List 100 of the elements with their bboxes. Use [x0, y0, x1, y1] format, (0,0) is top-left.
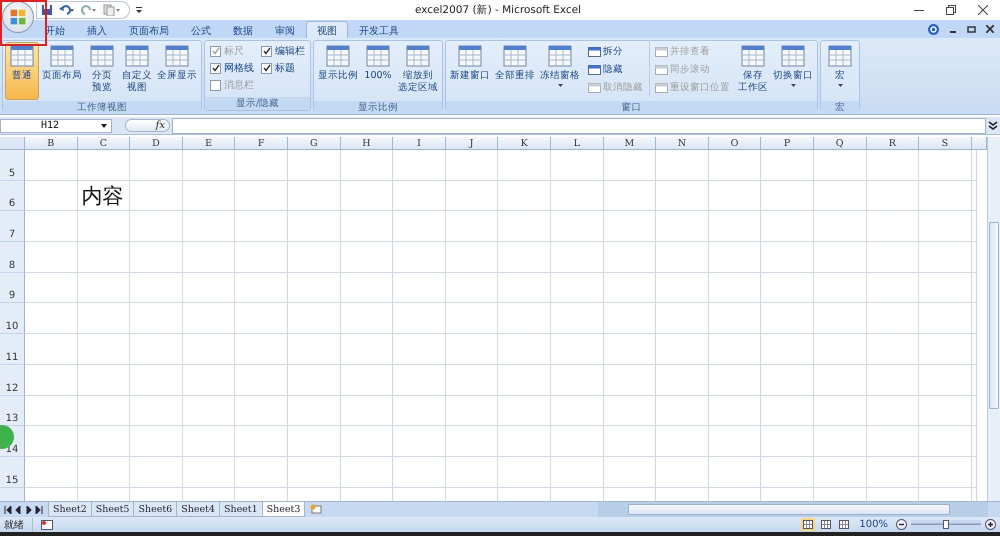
column-header[interactable]: G [288, 137, 341, 150]
ribbon-tab[interactable]: 视图 [306, 21, 348, 38]
ribbon-tab[interactable]: 公式 [180, 21, 222, 38]
sheet-tab[interactable]: Sheet1 [218, 502, 263, 517]
close-icon[interactable] [986, 25, 994, 33]
row-header[interactable]: 8 [0, 242, 25, 273]
restore-icon[interactable] [967, 25, 976, 33]
sheet-tab[interactable]: Sheet3 [262, 502, 306, 517]
ribbon-tab[interactable]: 页面布局 [118, 21, 180, 38]
vertical-scrollbar[interactable] [987, 137, 1000, 501]
table-cell [130, 334, 183, 365]
customize-toolbar-icon[interactable] [136, 6, 142, 14]
column-header[interactable]: K [498, 137, 551, 150]
record-macro-icon[interactable] [41, 520, 53, 530]
column-header[interactable]: O [708, 137, 762, 150]
ribbon-button[interactable]: 全屏显示 [155, 42, 199, 100]
table-cell [340, 456, 394, 488]
name-box[interactable]: H12 [0, 118, 112, 132]
zoom-out-icon[interactable] [896, 519, 907, 530]
ribbon-button[interactable]: 隐藏 [586, 62, 645, 77]
formula-input[interactable] [172, 118, 986, 134]
column-header[interactable]: F [235, 137, 288, 150]
row-header[interactable]: 10 [0, 303, 25, 334]
ribbon-button[interactable]: 冻结窗格 [538, 42, 582, 100]
row-header[interactable]: 5 [0, 150, 25, 181]
row-header[interactable]: 9 [0, 272, 25, 304]
column-header[interactable]: C [78, 137, 130, 150]
sheet-tab[interactable]: Sheet4 [176, 502, 220, 517]
ribbon-tab[interactable]: 审阅 [264, 21, 306, 38]
checkbox[interactable]: 网格线 [210, 61, 254, 75]
redo-icon[interactable] [81, 4, 97, 16]
column-header[interactable]: I [393, 137, 446, 150]
table-cell [393, 150, 446, 181]
close-icon[interactable] [978, 5, 988, 15]
row-header[interactable]: 12 [0, 364, 25, 396]
column-header[interactable]: H [340, 137, 394, 150]
column-header[interactable]: R [866, 137, 920, 150]
ribbon-button[interactable]: 宏 [823, 42, 857, 100]
sheet-tab[interactable]: Sheet5 [90, 502, 134, 517]
ribbon-button[interactable]: 页面布局 [40, 42, 84, 100]
table-cell [550, 272, 604, 304]
checkbox[interactable]: 编辑栏 [261, 44, 305, 58]
restore-icon[interactable] [946, 5, 956, 15]
ribbon-button[interactable]: 保存 工作区 [736, 42, 770, 100]
ribbon-button[interactable]: 自定义 视图 [120, 42, 154, 100]
insert-function-button[interactable]: fx [124, 119, 170, 132]
ribbon-tab[interactable]: 开发工具 [348, 21, 410, 38]
column-header[interactable]: E [182, 137, 236, 150]
window-icon [655, 46, 668, 56]
table-cell [288, 426, 341, 457]
column-header[interactable]: D [130, 137, 183, 150]
column-header[interactable]: M [604, 137, 656, 150]
table-cell [235, 180, 288, 212]
zoom-slider[interactable] [911, 520, 981, 529]
table-cell [656, 211, 709, 242]
column-header[interactable]: B [25, 137, 78, 150]
table-cell [25, 150, 78, 181]
table-cell [446, 211, 498, 242]
ribbon-button[interactable]: 新建窗口 [448, 42, 492, 100]
row-header[interactable]: 7 [0, 211, 25, 242]
ribbon-button[interactable]: 普通 [5, 42, 39, 100]
row-header[interactable]: 11 [0, 334, 25, 365]
undo-icon[interactable] [59, 4, 75, 16]
ribbon-tab[interactable]: 数据 [222, 21, 264, 38]
ribbon-button[interactable]: 100% [361, 42, 395, 100]
expand-icon[interactable] [988, 120, 998, 132]
column-header[interactable]: L [550, 137, 604, 150]
table-cell [78, 364, 130, 396]
row-header[interactable]: 13 [0, 396, 25, 426]
ribbon-button[interactable]: 拆分 [586, 44, 645, 59]
table-cell [182, 426, 236, 457]
column-header[interactable]: S [919, 137, 972, 150]
ribbon-button[interactable]: 显示比例 [316, 42, 360, 100]
horizontal-scrollbar[interactable] [598, 502, 988, 517]
row-header[interactable]: 15 [0, 456, 25, 488]
view-button[interactable] [801, 518, 816, 531]
ribbon-button[interactable]: 切换窗口 [771, 42, 815, 100]
table-cell [814, 211, 866, 242]
column-header[interactable]: J [446, 137, 498, 150]
column-header[interactable]: P [761, 137, 814, 150]
slider-thumb[interactable] [943, 520, 949, 529]
view-button[interactable] [837, 518, 852, 531]
ribbon-button[interactable]: 全部重排 [493, 42, 537, 100]
column-header[interactable]: Q [814, 137, 866, 150]
sheet-tab[interactable]: Sheet2 [48, 502, 92, 517]
sheet-tab[interactable]: Sheet6 [133, 502, 178, 517]
ribbon-button[interactable]: 分页 预览 [85, 42, 119, 100]
zoom-in-icon[interactable] [985, 519, 996, 530]
ribbon-tab[interactable]: 插入 [76, 21, 118, 38]
new-sheet-icon[interactable] [310, 504, 322, 514]
table-cell [656, 242, 709, 273]
table-cell [814, 364, 866, 396]
ribbon-button[interactable]: 缩放到 选定区域 [396, 42, 440, 100]
column-header[interactable]: N [656, 137, 709, 150]
copy-icon[interactable] [103, 4, 121, 16]
help-icon[interactable] [928, 24, 939, 34]
table-cell [393, 426, 446, 457]
view-button[interactable] [819, 518, 834, 531]
row-header[interactable]: 6 [0, 180, 25, 212]
checkbox[interactable]: 标题 [261, 61, 305, 75]
